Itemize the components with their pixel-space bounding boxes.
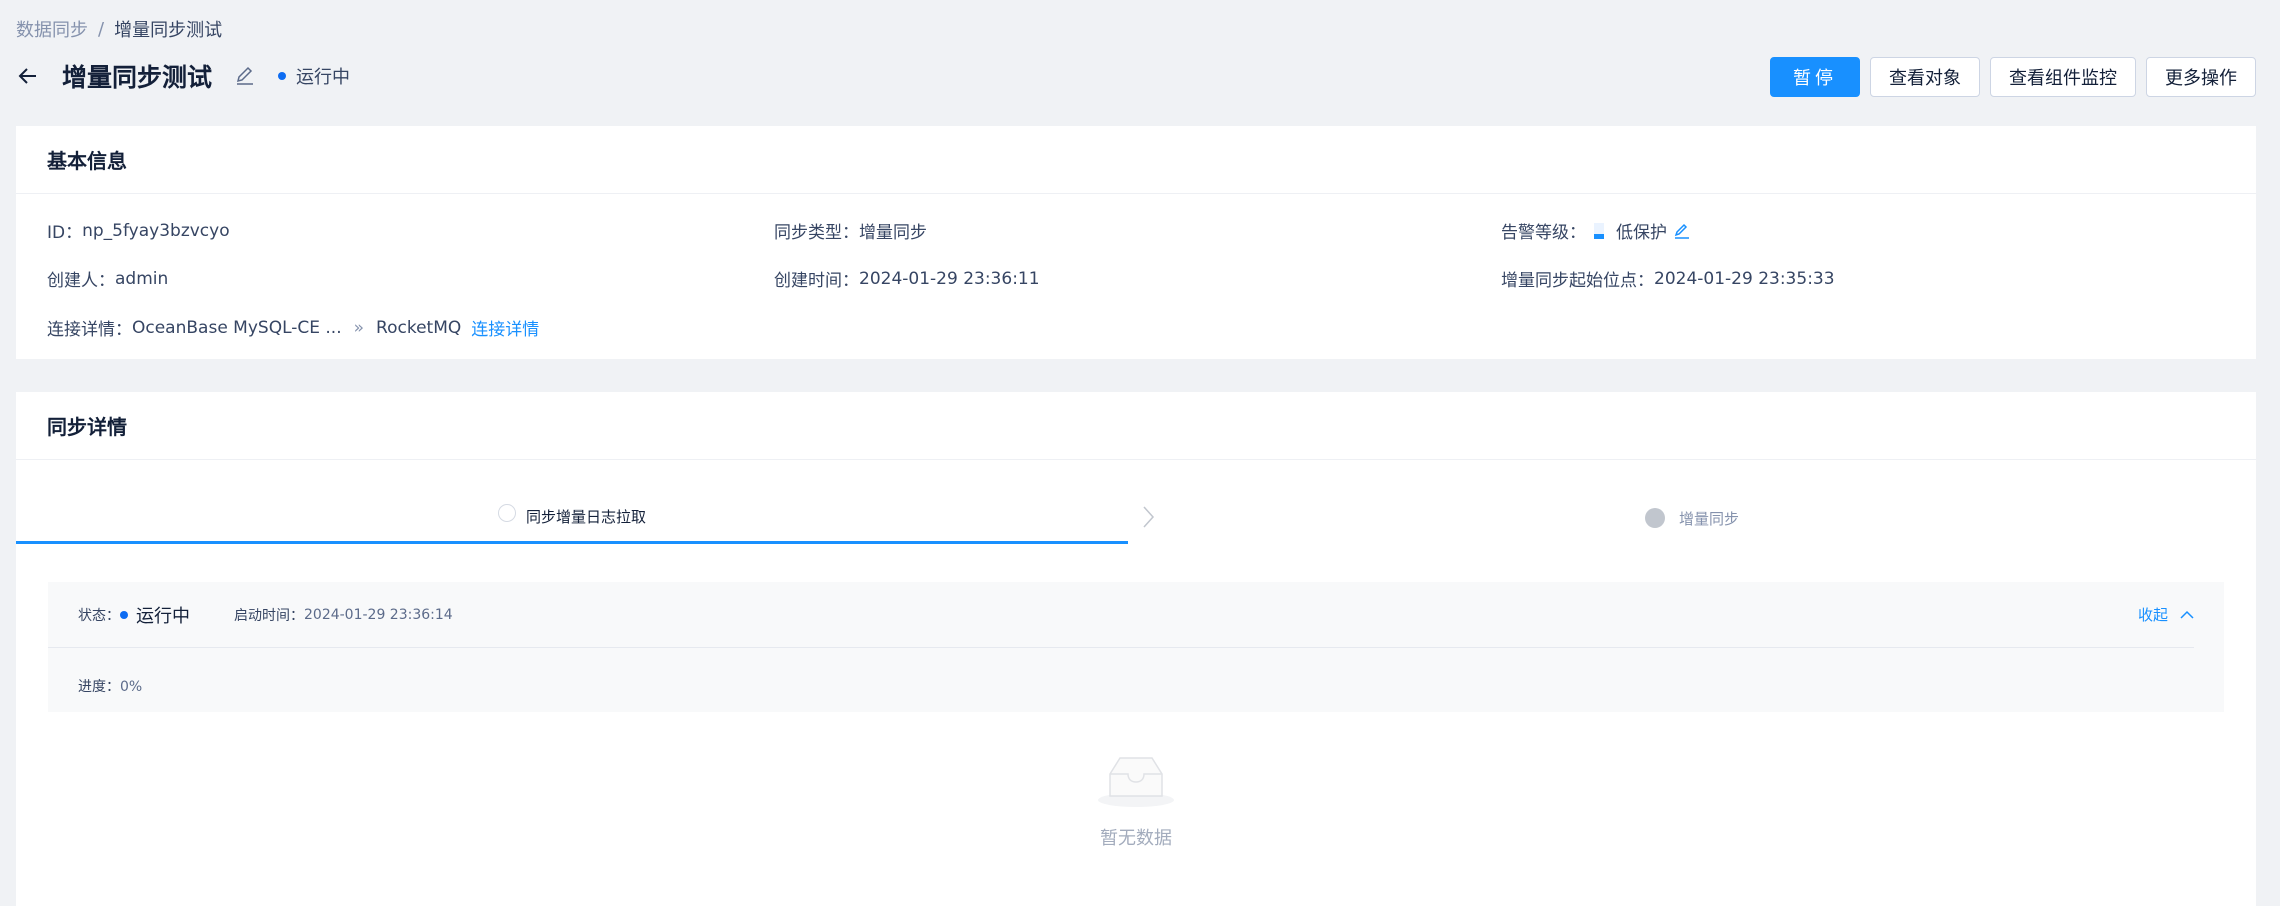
sync-type-label: 同步类型： (774, 223, 859, 243)
breadcrumb-separator: / (98, 18, 105, 40)
sync-details-card: 同步详情 同步增量日志拉取 增量同步 状态： 运行中 启动时间： 2024-01… (16, 392, 2256, 906)
step-status-value: 运行中 (120, 602, 190, 628)
step-status-text: 运行中 (136, 605, 190, 627)
page-header: 增量同步测试 运行中 (16, 58, 350, 94)
more-actions-button[interactable]: 更多操作 (2146, 57, 2256, 97)
step-tabs: 同步增量日志拉取 增量同步 (16, 492, 2256, 544)
tab-incremental-sync[interactable]: 增量同步 (1128, 492, 2256, 544)
step-status-dot-icon (120, 610, 128, 619)
alert-level-label: 告警等级： (1501, 223, 1586, 243)
back-arrow-icon[interactable] (16, 64, 40, 88)
created-time-label: 创建时间： (774, 271, 859, 291)
connection-target: RocketMQ (376, 317, 462, 338)
sync-type-value: 增量同步 (859, 223, 927, 243)
basic-info-title: 基本信息 (16, 126, 2256, 194)
step-detail-panel: 状态： 运行中 启动时间： 2024-01-29 23:36:14 收起 进度：… (48, 582, 2224, 712)
action-bar: 暂停 查看对象 查看组件监控 更多操作 (1770, 57, 2256, 97)
progress-row: 进度：0% (78, 676, 142, 696)
tab-incremental-sync-label: 增量同步 (1678, 509, 1739, 528)
shield-level-icon (1592, 222, 1606, 240)
step-circle-icon (497, 503, 516, 522)
status-text: 运行中 (296, 67, 351, 88)
alert-level-value: 低保护 (1616, 223, 1667, 243)
empty-text: 暂无数据 (1100, 828, 1172, 849)
double-arrow-icon: » (353, 317, 365, 338)
pause-button[interactable]: 暂停 (1770, 57, 1860, 97)
creator-value: admin (115, 268, 169, 289)
chevron-up-icon (2180, 610, 2194, 620)
status-badge: 运行中 (278, 63, 350, 89)
basic-info-card: 基本信息 ID： np_5fyay3bzvcyo 同步类型： 增量同步 告警等级： … (16, 126, 2256, 359)
tab-log-pull-label: 同步增量日志拉取 (525, 508, 646, 526)
tab-log-pull[interactable]: 同步增量日志拉取 (16, 492, 1128, 544)
sync-details-title: 同步详情 (16, 392, 2256, 460)
start-point-value: 2024-01-29 23:35:33 (1654, 268, 1835, 289)
empty-state: 暂无数据 (16, 752, 2256, 850)
created-time-value: 2024-01-29 23:36:11 (859, 268, 1040, 289)
connection-details-link[interactable]: 连接详情 (471, 315, 539, 340)
start-point-field: 增量同步起始位点： 2024-01-29 23:35:33 (1501, 266, 1835, 292)
start-point-label: 增量同步起始位点： (1501, 271, 1654, 291)
id-value: np_5fyay3bzvcyo (82, 220, 230, 241)
empty-inbox-icon (1096, 752, 1176, 812)
connection-source: OceanBase MySQL-CE ... (132, 317, 342, 338)
step-status-row: 状态： 运行中 启动时间： 2024-01-29 23:36:14 收起 (48, 582, 2194, 648)
edit-title-icon[interactable] (234, 65, 256, 87)
sync-type-field: 同步类型： 增量同步 (774, 218, 927, 243)
breadcrumb: 数据同步 / 增量同步测试 (16, 16, 222, 42)
created-time-field: 创建时间： 2024-01-29 23:36:11 (774, 266, 1040, 292)
connection-label: 连接详情： (47, 320, 132, 340)
step-pending-icon (1644, 508, 1665, 528)
progress-value: 0% (120, 679, 143, 695)
step-status-label: 状态： (78, 607, 120, 624)
view-objects-button[interactable]: 查看对象 (1870, 57, 1980, 97)
start-time-value: 2024-01-29 23:36:14 (304, 606, 453, 623)
breadcrumb-root[interactable]: 数据同步 (16, 16, 88, 42)
status-dot-icon (278, 72, 287, 80)
breadcrumb-current: 增量同步测试 (114, 20, 223, 41)
page-title: 增量同步测试 (62, 63, 213, 92)
collapse-button[interactable]: 收起 (2138, 604, 2194, 625)
connection-field: 连接详情： OceanBase MySQL-CE ... » RocketMQ … (47, 315, 539, 341)
id-label: ID： (47, 223, 83, 243)
start-time-label: 启动时间： (234, 607, 304, 624)
progress-label: 进度： (78, 679, 120, 695)
creator-field: 创建人： admin (47, 266, 169, 292)
edit-alert-icon[interactable] (1673, 222, 1691, 240)
id-field: ID： np_5fyay3bzvcyo (47, 218, 230, 244)
collapse-label: 收起 (2137, 606, 2168, 624)
creator-label: 创建人： (47, 271, 115, 291)
view-monitor-button[interactable]: 查看组件监控 (1990, 57, 2136, 97)
alert-level-field: 告警等级： 低保护 (1501, 218, 1691, 243)
